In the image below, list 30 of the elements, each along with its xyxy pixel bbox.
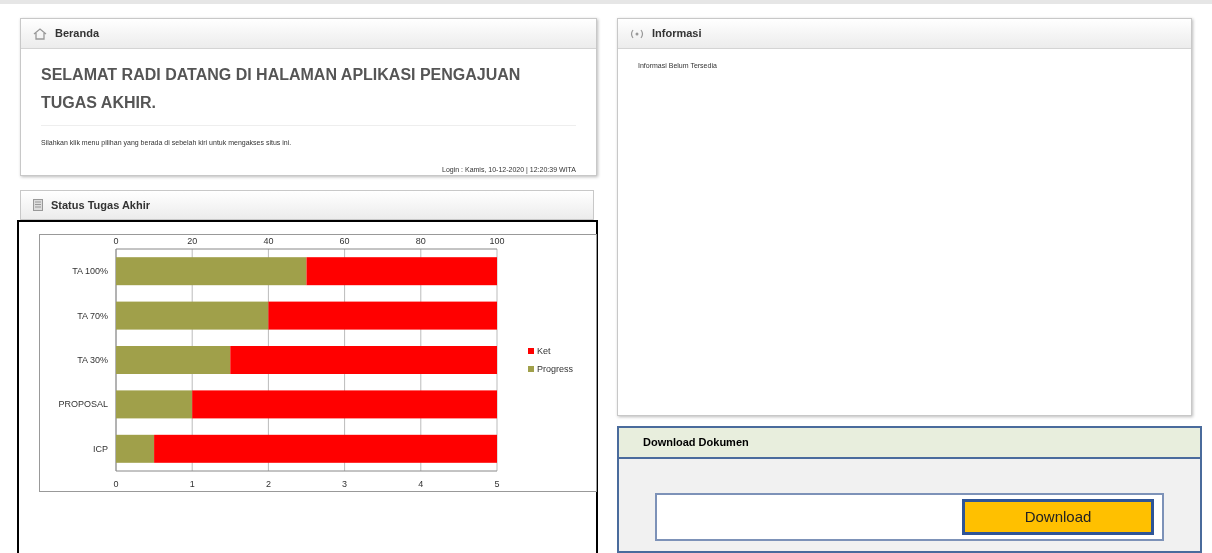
axis-label: 3 bbox=[342, 479, 348, 489]
panel-title: Beranda bbox=[55, 26, 100, 42]
document-icon bbox=[33, 199, 43, 211]
axis-label: 80 bbox=[415, 236, 426, 246]
legend-label: Progress bbox=[537, 364, 573, 374]
category-label: TA 70% bbox=[77, 310, 108, 321]
panel-title: Status Tugas Akhir bbox=[51, 197, 151, 213]
axis-label: 40 bbox=[263, 236, 274, 246]
axis-label: 5 bbox=[494, 479, 500, 489]
home-icon bbox=[33, 27, 47, 40]
panel-title: Informasi bbox=[652, 26, 702, 42]
broadcast-icon bbox=[630, 28, 644, 39]
axis-label: 60 bbox=[339, 236, 350, 246]
axis-label: 0 bbox=[113, 479, 119, 489]
axis-label: 2 bbox=[265, 479, 271, 489]
axis-label: 0 bbox=[113, 236, 119, 246]
download-button[interactable]: Download bbox=[962, 499, 1154, 535]
axis-label: 20 bbox=[187, 236, 198, 246]
legend-label: Ket bbox=[537, 346, 551, 356]
category-label: ICP bbox=[93, 443, 108, 454]
axis-label: 1 bbox=[189, 479, 195, 489]
category-label: PROPOSAL bbox=[58, 399, 108, 410]
welcome-heading: SELAMAT RADI DATANG DI HALAMAN APLIKASI PENGAJUAN TUGAS AKHIR. bbox=[41, 61, 576, 126]
download-title: Download Dokumen bbox=[643, 435, 749, 451]
legend-swatch bbox=[528, 366, 534, 372]
category-label: TA 100% bbox=[72, 266, 108, 277]
axis-label: 4 bbox=[418, 479, 424, 489]
category-label: TA 30% bbox=[77, 355, 108, 365]
axis-label: 100 bbox=[489, 236, 505, 246]
legend-swatch bbox=[528, 348, 534, 354]
